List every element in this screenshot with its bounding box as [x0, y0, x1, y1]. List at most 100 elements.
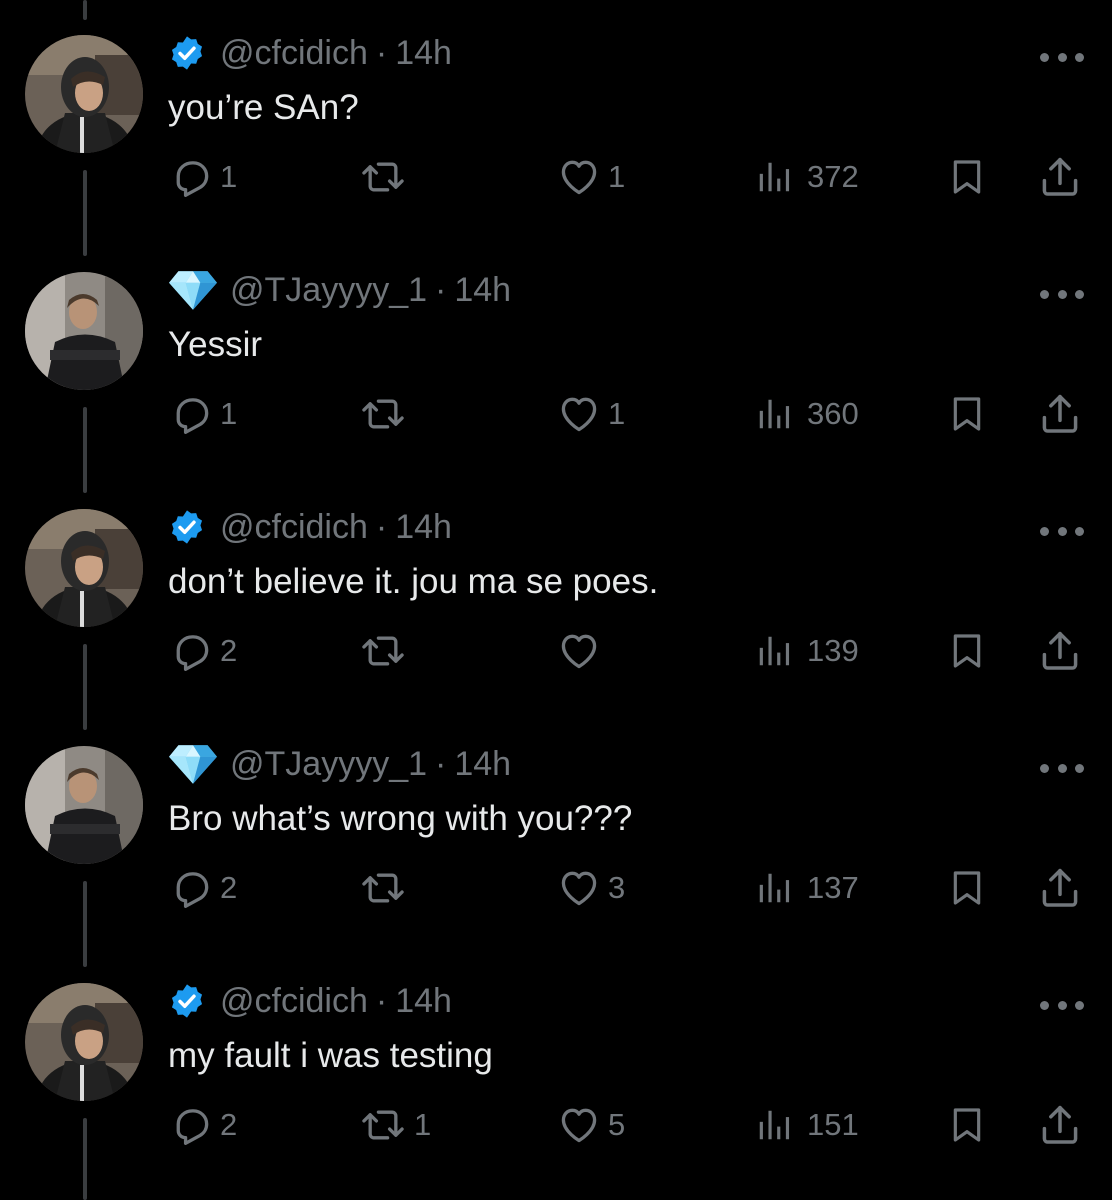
retweet-button[interactable] [358, 155, 414, 199]
ellipsis-icon [1040, 526, 1049, 536]
timestamp[interactable]: 14h [395, 34, 452, 73]
share-button[interactable] [1038, 629, 1082, 673]
ellipsis-icon [1075, 526, 1084, 536]
share-icon [1038, 1103, 1082, 1147]
reply-icon [170, 866, 214, 910]
tweet-header: @cfcidich · 14h [168, 507, 452, 547]
retweet-icon [358, 866, 408, 910]
views-button[interactable]: 360 [755, 392, 859, 436]
like-button[interactable]: 5 [556, 1103, 625, 1147]
avatar[interactable] [25, 272, 143, 390]
heart-icon [556, 866, 602, 910]
avatar-image [25, 509, 143, 627]
author-handle[interactable]: @cfcidich [220, 508, 368, 547]
tweet[interactable]: @TJayyyy_1 · 14h Bro what’s wrong with y… [0, 711, 1112, 948]
tweet-text: Bro what’s wrong with you??? [168, 799, 633, 838]
verified-badge-icon [168, 982, 206, 1020]
reply-button[interactable]: 2 [170, 629, 237, 673]
ellipsis-icon [1040, 52, 1049, 62]
verified-badge-icon [168, 34, 206, 72]
reply-button[interactable]: 1 [170, 155, 237, 199]
more-options-button[interactable] [1040, 524, 1084, 538]
reply-button[interactable]: 2 [170, 866, 237, 910]
retweet-icon [358, 392, 408, 436]
bookmark-button[interactable] [947, 1103, 987, 1147]
tweet[interactable]: @TJayyyy_1 · 14h Yessir 1 1 360 [0, 237, 1112, 474]
timestamp[interactable]: 14h [395, 982, 452, 1021]
separator: · [435, 270, 447, 309]
share-icon [1038, 629, 1082, 673]
author-handle[interactable]: @cfcidich [220, 34, 368, 73]
retweet-count: 1 [414, 1107, 432, 1142]
avatar[interactable] [25, 35, 143, 153]
reply-button[interactable]: 1 [170, 392, 237, 436]
views-button[interactable]: 137 [755, 866, 859, 910]
tweet[interactable]: @cfcidich · 14h don’t believe it. jou ma… [0, 474, 1112, 711]
timestamp[interactable]: 14h [395, 508, 452, 547]
reply-count: 2 [220, 870, 238, 905]
share-button[interactable] [1038, 866, 1082, 910]
retweet-button[interactable] [358, 866, 414, 910]
share-button[interactable] [1038, 392, 1082, 436]
timestamp[interactable]: 14h [454, 271, 511, 310]
avatar[interactable] [25, 509, 143, 627]
author-handle[interactable]: @TJayyyy_1 [230, 271, 427, 310]
ellipsis-icon [1075, 763, 1084, 773]
tweet-text: you’re SAn? [168, 88, 359, 127]
bookmark-icon [947, 630, 987, 672]
heart-icon [556, 155, 602, 199]
action-bar: 2 139 [0, 629, 1112, 673]
ellipsis-icon [1075, 289, 1084, 299]
reply-icon [170, 155, 214, 199]
bookmark-icon [947, 1104, 987, 1146]
views-button[interactable]: 151 [755, 1103, 859, 1147]
bookmark-icon [947, 867, 987, 909]
more-options-button[interactable] [1040, 761, 1084, 775]
avatar-image [25, 746, 143, 864]
like-count: 3 [608, 870, 626, 905]
bookmark-button[interactable] [947, 866, 987, 910]
like-button[interactable]: 1 [556, 155, 625, 199]
avatar-image [25, 35, 143, 153]
tweet[interactable]: @cfcidich · 14h you’re SAn? 1 1 372 [0, 0, 1112, 237]
avatar[interactable] [25, 983, 143, 1101]
retweet-icon [358, 155, 408, 199]
timestamp[interactable]: 14h [454, 745, 511, 784]
tweet-header: @cfcidich · 14h [168, 981, 452, 1021]
views-button[interactable]: 372 [755, 155, 859, 199]
action-bar: 1 1 372 [0, 155, 1112, 199]
views-bar-chart-icon [755, 869, 793, 907]
tweet[interactable]: @cfcidich · 14h my fault i was testing 2… [0, 948, 1112, 1185]
more-options-button[interactable] [1040, 287, 1084, 301]
retweet-button[interactable]: 1 [358, 1103, 431, 1147]
action-bar: 2 3 137 [0, 866, 1112, 910]
view-count: 137 [807, 870, 859, 905]
more-options-button[interactable] [1040, 50, 1084, 64]
view-count: 151 [807, 1107, 859, 1142]
reply-icon [170, 629, 214, 673]
share-button[interactable] [1038, 155, 1082, 199]
share-icon [1038, 155, 1082, 199]
views-button[interactable]: 139 [755, 629, 859, 673]
bookmark-button[interactable] [947, 629, 987, 673]
reply-button[interactable]: 2 [170, 1103, 237, 1147]
like-button[interactable] [556, 629, 608, 673]
separator: · [375, 33, 388, 72]
ellipsis-icon [1075, 52, 1084, 62]
retweet-button[interactable] [358, 629, 414, 673]
views-bar-chart-icon [755, 1106, 793, 1144]
share-button[interactable] [1038, 1103, 1082, 1147]
retweet-button[interactable] [358, 392, 414, 436]
like-button[interactable]: 1 [556, 392, 625, 436]
bookmark-button[interactable] [947, 155, 987, 199]
avatar[interactable] [25, 746, 143, 864]
view-count: 372 [807, 159, 859, 194]
reply-count: 1 [220, 396, 238, 431]
views-bar-chart-icon [755, 158, 793, 196]
bookmark-button[interactable] [947, 392, 987, 436]
author-handle[interactable]: @TJayyyy_1 [230, 745, 427, 784]
diamond-icon [168, 269, 218, 311]
like-button[interactable]: 3 [556, 866, 625, 910]
more-options-button[interactable] [1040, 998, 1084, 1012]
author-handle[interactable]: @cfcidich [220, 982, 368, 1021]
